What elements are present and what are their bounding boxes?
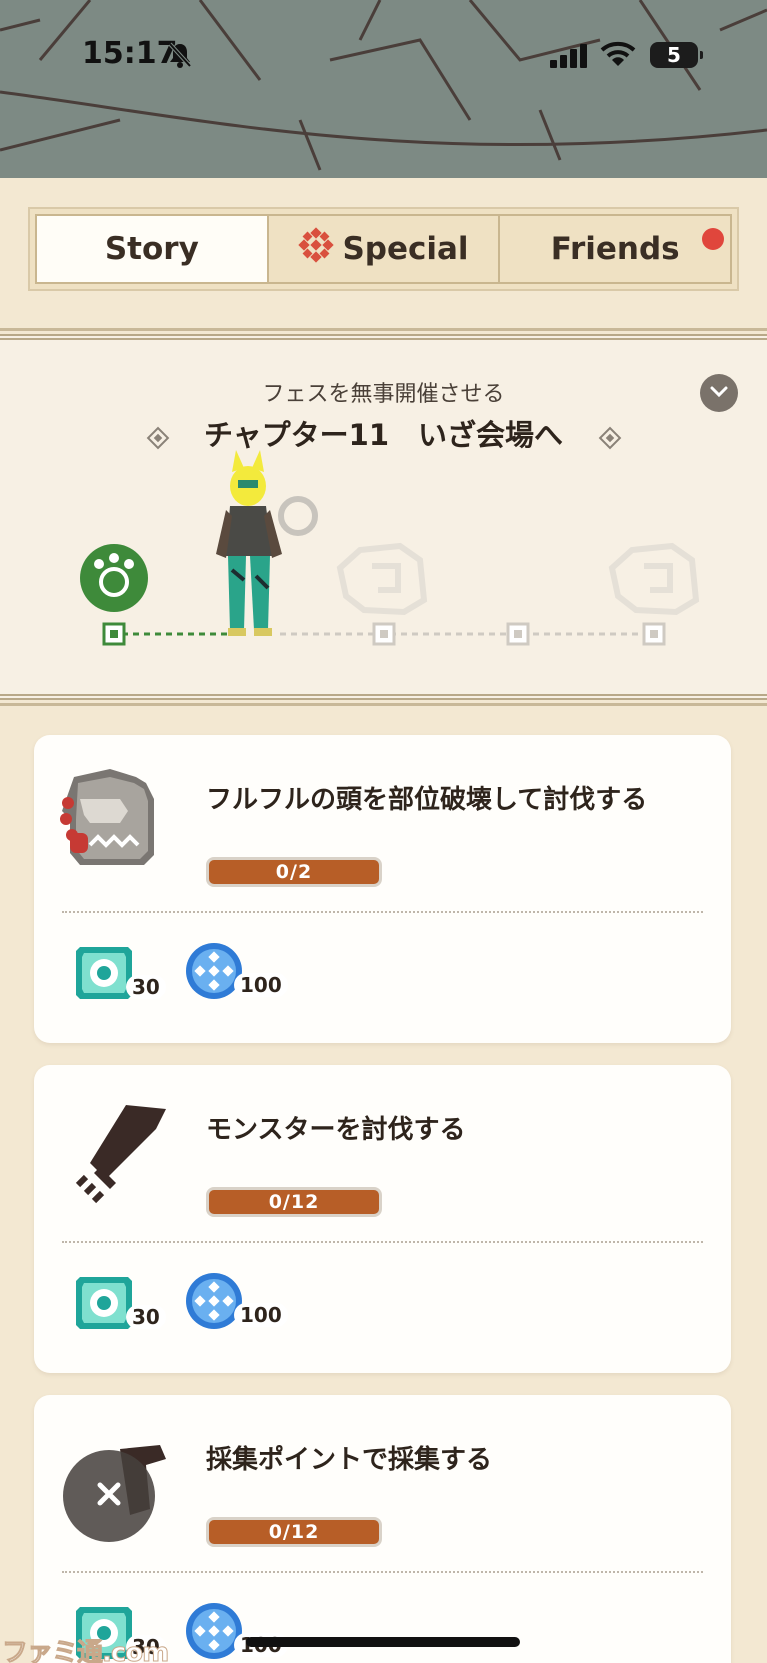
hunter-avatar-icon [216, 450, 282, 636]
ticket-gem-icon [72, 1271, 136, 1339]
reward-ticket: 30 [72, 941, 166, 1009]
special-icon [298, 227, 335, 271]
mission-title: フルフルの頭を部位破壊して討伐する [206, 785, 648, 815]
map-background: 15:17 5 [0, 0, 767, 178]
chapter-panel: フェスを無事開催させる チャプター11 いざ会場へ [0, 328, 767, 706]
blue-orb-icon [184, 941, 244, 1005]
ticket-gem-icon [72, 941, 136, 1009]
home-indicator[interactable] [246, 1637, 520, 1647]
track-node [506, 622, 530, 646]
tab-story[interactable]: Story [37, 216, 267, 282]
tab-friends[interactable]: Friends [498, 216, 731, 282]
mission-progress-bar: 0/12 [206, 1187, 382, 1217]
tab-special[interactable]: Special [266, 216, 499, 282]
card-divider [62, 1571, 703, 1573]
tab-special-label: Special [342, 231, 469, 267]
mission-card[interactable]: モンスターを討伐する 0/12 30 100 [34, 1065, 731, 1373]
notification-dot [702, 228, 725, 250]
khezu-monster-icon [50, 759, 170, 883]
reward-count: 100 [234, 973, 288, 997]
reward-orb: 100 [184, 941, 288, 1005]
mission-progress-bar: 0/2 [206, 857, 382, 887]
sword-icon [50, 1089, 170, 1213]
card-divider [62, 911, 703, 913]
mission-card[interactable]: フルフルの頭を部位破壊して討伐する 0/2 30 100 [34, 735, 731, 1043]
tab-bar: Story Special Friends [28, 207, 739, 291]
tab-friends-label: Friends [550, 231, 680, 267]
tab-story-label: Story [104, 231, 199, 267]
locked-monster-icon [336, 542, 428, 616]
reward-orb: 100 [184, 1601, 288, 1663]
status-time: 15:17 [82, 36, 178, 71]
reward-count: 100 [234, 1303, 288, 1327]
blue-orb-icon [184, 1601, 244, 1663]
close-button[interactable] [63, 1450, 155, 1542]
mission-progress-bar: 0/12 [206, 1517, 382, 1547]
track-node [642, 622, 666, 646]
mission-title: モンスターを討伐する [206, 1115, 466, 1145]
reward-orb: 100 [184, 1271, 288, 1335]
completed-node-icon [80, 544, 148, 612]
locked-monster-icon [608, 542, 700, 616]
reward-count: 30 [126, 1305, 166, 1329]
reward-count: 30 [126, 975, 166, 999]
close-icon [95, 1480, 123, 1512]
mission-title: 採集ポイントで採集する [206, 1445, 493, 1475]
reward-ticket: 30 [72, 1271, 166, 1339]
chapter-progress-track [80, 450, 700, 646]
track-node [102, 622, 126, 646]
track-node [372, 622, 396, 646]
current-node-ring [278, 496, 318, 536]
map-roads [0, 0, 767, 171]
blue-orb-icon [184, 1271, 244, 1335]
card-divider [62, 1241, 703, 1243]
watermark-logo: ファミ通.com [1, 1638, 169, 1663]
battery-indicator: 5 [650, 42, 703, 68]
